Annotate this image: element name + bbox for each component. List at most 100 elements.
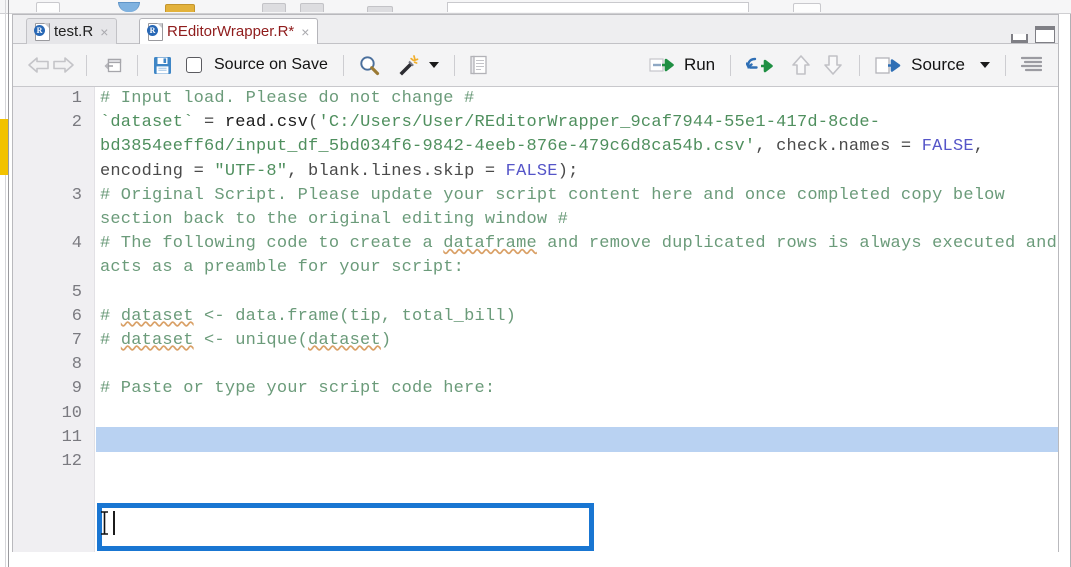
source-tab-bar: R test.R × R REditorWrapper.R* ×: [13, 15, 1058, 44]
source-button[interactable]: Source: [871, 53, 994, 77]
code-line[interactable]: 6 # dataset <- data.frame(tip, total_bill…: [13, 305, 1058, 329]
line-number: 11: [61, 427, 82, 447]
save-icon: [153, 56, 172, 75]
chunk-down-arrow-icon: [824, 55, 842, 75]
compile-report-button[interactable]: [466, 53, 491, 77]
code-token: dataset: [120, 331, 194, 351]
code-line[interactable]: 2 `dataset` = read.csv('C:/Users/User/REd…: [13, 111, 1058, 184]
back-arrow-icon[interactable]: [27, 56, 51, 74]
code-tools-wand-icon: [396, 54, 419, 76]
code-line[interactable]: 7 # dataset <- unique(dataset): [13, 329, 1058, 353]
line-number: 1: [71, 89, 82, 108]
outer-toolbar-item-5[interactable]: [300, 3, 324, 12]
code-line-text[interactable]: [95, 353, 1058, 377]
code-line[interactable]: 1 # Input load. Please do not change #: [13, 87, 1058, 111]
code-token: # Input load. Please do not change #: [100, 89, 475, 108]
cropped-outer-toolbar: [0, 0, 1071, 14]
code-line[interactable]: 9 # Paste or type your script code here:: [13, 377, 1058, 401]
window-minimize-icon[interactable]: [1011, 34, 1028, 43]
code-token: FALSE: [921, 137, 974, 157]
rerun-button[interactable]: [742, 54, 780, 77]
window-left-border-outer: [5, 0, 6, 567]
code-line-text[interactable]: `dataset` = read.csv('C:/Users/User/REdi…: [95, 111, 1058, 184]
r-file-icon: R: [147, 23, 163, 41]
show-in-new-window-icon: [104, 58, 122, 72]
document-outline-button[interactable]: [1017, 54, 1046, 76]
code-line-text[interactable]: # dataset <- data.frame(tip, total_bill): [95, 305, 1058, 329]
run-arrow-icon: [649, 58, 674, 72]
toolbar-separator: [453, 54, 455, 76]
code-tools-button[interactable]: [392, 53, 443, 78]
code-token: , check.names =: [755, 137, 922, 157]
code-line-text[interactable]: [95, 281, 1058, 305]
tab-close-icon[interactable]: ×: [98, 25, 110, 39]
toolbar-separator: [137, 54, 138, 76]
chunk-up-arrow-icon: [792, 55, 810, 75]
magnifier-icon: [359, 55, 380, 76]
code-line[interactable]: 12: [13, 450, 1058, 474]
left-edge-yellow-marker: [0, 119, 8, 175]
code-line-text[interactable]: # Original Script. Please update your sc…: [95, 184, 1058, 232]
code-token: dataset: [120, 306, 194, 326]
chevron-down-icon[interactable]: [980, 62, 990, 68]
window-maximize-icon[interactable]: [1035, 26, 1055, 43]
code-token: );: [557, 161, 579, 181]
line-number: 8: [71, 355, 82, 375]
code-line-text[interactable]: [95, 402, 1058, 426]
outer-toolbar-field[interactable]: [447, 2, 749, 12]
tab-close-icon[interactable]: ×: [299, 25, 311, 39]
code-token: read.csv: [224, 113, 309, 133]
code-line[interactable]: 5: [13, 281, 1058, 305]
code-token: #: [100, 331, 121, 351]
line-number: 4: [71, 234, 82, 254]
code-line-text[interactable]: # Paste or type your script code here:: [95, 377, 1058, 401]
save-button[interactable]: [149, 54, 176, 77]
code-line-text[interactable]: # The following code to create a datafra…: [95, 232, 1058, 280]
outer-toolbar-item-7[interactable]: [793, 3, 821, 12]
code-line[interactable]: 10: [13, 402, 1058, 426]
line-number: 9: [71, 379, 82, 399]
code-line[interactable]: 3 # Original Script. Please update your s…: [13, 184, 1058, 232]
source-label: Source: [911, 55, 965, 74]
code-token: # Paste or type your script code here:: [100, 379, 496, 399]
code-line-text[interactable]: # Input load. Please do not change #: [95, 87, 1058, 111]
outer-toolbar-item-3[interactable]: [165, 4, 195, 12]
outer-toolbar-item-2[interactable]: [118, 2, 140, 12]
previous-chunk-button[interactable]: [786, 52, 816, 78]
source-on-save-checkbox[interactable]: [186, 57, 202, 73]
code-token: "UTF-8": [214, 161, 288, 181]
source-icon: [875, 56, 901, 74]
text-caret: [113, 511, 115, 535]
outer-toolbar-item-6[interactable]: [367, 6, 393, 12]
toolbar-separator: [1005, 54, 1006, 76]
tab-test-r[interactable]: R test.R ×: [26, 18, 118, 44]
find-replace-button[interactable]: [355, 53, 384, 78]
code-line-text[interactable]: [95, 450, 1058, 474]
forward-arrow-icon[interactable]: [51, 56, 75, 74]
code-line[interactable]: 8: [13, 353, 1058, 377]
outer-toolbar-item-4[interactable]: [262, 3, 286, 12]
code-token: FALSE: [505, 161, 558, 181]
tab-label: test.R: [54, 23, 94, 40]
tab-label: REditorWrapper.R*: [167, 23, 295, 40]
window-left-border: [8, 0, 9, 567]
toolbar-separator: [859, 54, 861, 76]
code-token: #: [100, 306, 121, 326]
outer-toolbar-item-1[interactable]: [36, 2, 60, 12]
code-token: # Original Script. Please update your sc…: [100, 185, 1016, 230]
code-editor[interactable]: 1 # Input load. Please do not change # 2 `d…: [13, 87, 1058, 552]
code-line-text[interactable]: # dataset <- unique(dataset): [95, 329, 1058, 353]
run-button[interactable]: Run: [645, 53, 719, 77]
source-on-save-toggle[interactable]: Source on Save: [182, 54, 332, 76]
code-lines-container[interactable]: 1 # Input load. Please do not change # 2 `d…: [13, 87, 1058, 552]
rerun-icon: [746, 57, 773, 72]
window-controls: [1011, 26, 1055, 43]
next-chunk-button[interactable]: [818, 52, 848, 78]
code-token: <- data.frame(tip, total_bill): [193, 306, 517, 326]
tab-reditorwrapper-r[interactable]: R REditorWrapper.R* ×: [139, 18, 319, 44]
show-in-new-window-button[interactable]: [98, 54, 126, 77]
chevron-down-icon[interactable]: [428, 62, 439, 68]
code-line[interactable]: 4 # The following code to create a datafr…: [13, 232, 1058, 280]
mouse-ibeam-cursor: [99, 511, 110, 535]
compile-report-icon: [470, 55, 487, 75]
